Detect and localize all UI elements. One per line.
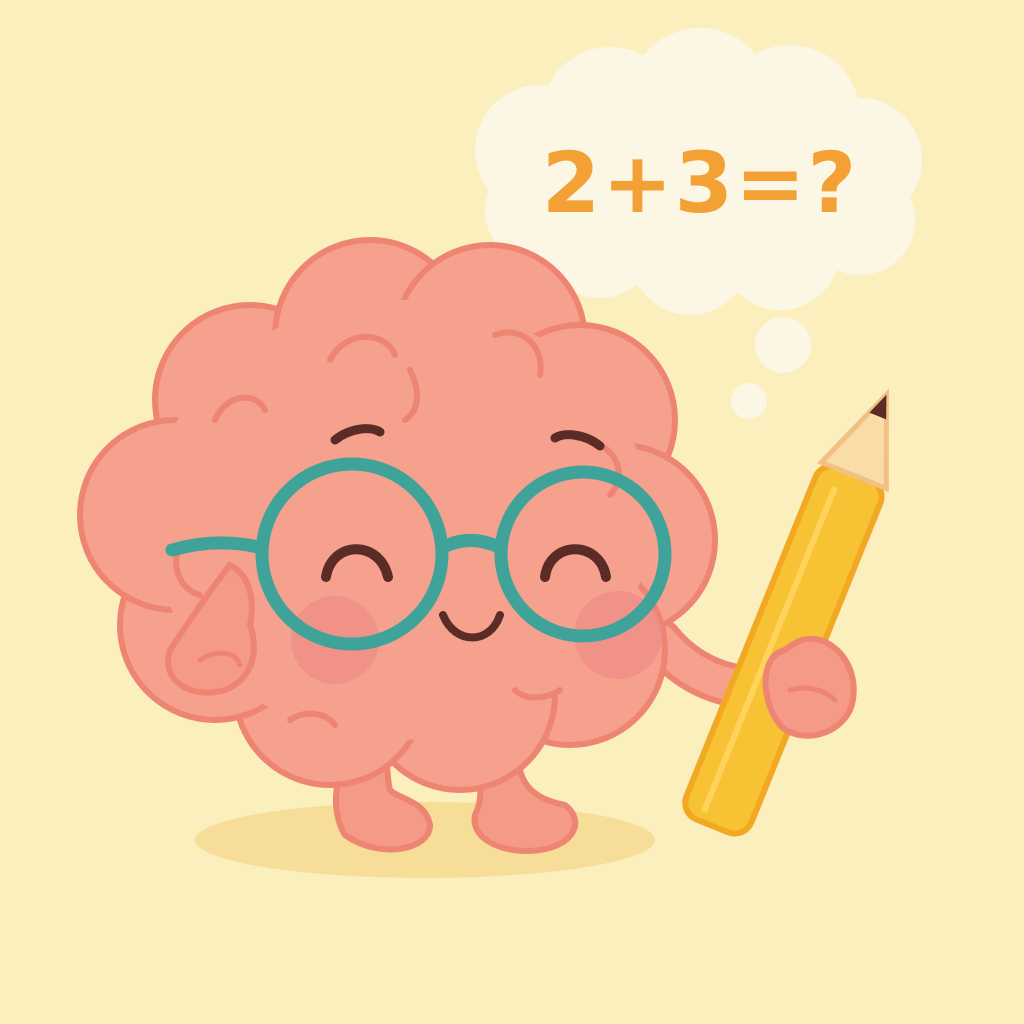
illustration: 2+3=? — [0, 0, 1024, 1024]
thought-dot-large — [755, 317, 811, 373]
pencil-icon — [682, 388, 889, 837]
thought-dot-small — [731, 383, 767, 419]
equation-text: 2+3=? — [541, 134, 859, 232]
right-hand — [762, 635, 857, 739]
